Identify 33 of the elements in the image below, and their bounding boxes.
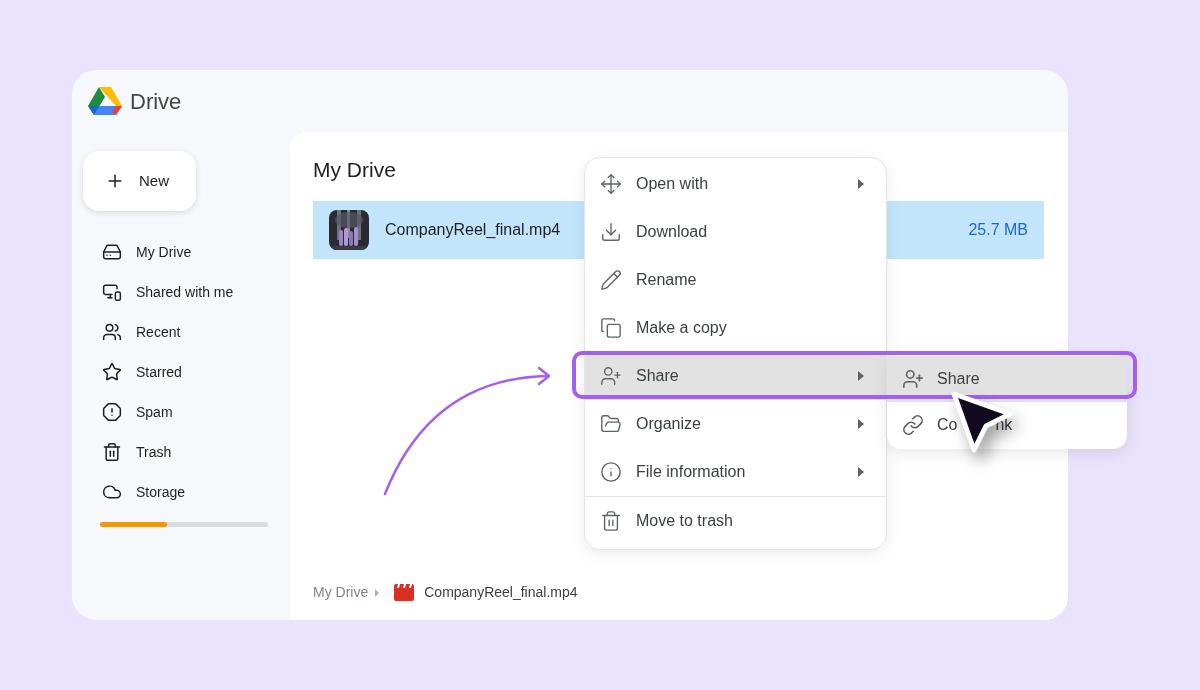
menu-item[interactable]: File information [585, 448, 886, 496]
menu-label: Co [937, 415, 958, 435]
sidebar-item[interactable]: Recent [83, 312, 290, 352]
menu-label: Move to trash [636, 510, 733, 531]
menu-item[interactable]: Co nk [887, 402, 1127, 448]
sidebar-item[interactable]: Trash [83, 432, 290, 472]
menu-item[interactable]: Share [887, 356, 1127, 402]
sidebar-item[interactable]: Storage [83, 472, 290, 512]
breadcrumb-item[interactable]: CompanyReel_final.mp4 [424, 582, 578, 603]
menu-label: Rename [636, 270, 697, 290]
page-title: My Drive [313, 157, 396, 183]
menu-label: Download [636, 222, 708, 242]
menu-label: File information [636, 462, 746, 482]
sidebar-item[interactable]: My Drive [83, 232, 290, 272]
menu-label: Share [636, 366, 679, 386]
sidebar-item[interactable]: Shared with me [83, 272, 290, 312]
menu-item[interactable]: Move to trash [585, 496, 886, 544]
sidebar-item[interactable]: Spam [83, 392, 290, 432]
menu-label: Organize [636, 414, 701, 434]
file-name: CompanyReel_final.mp4 [385, 219, 561, 240]
menu-label: Make a copy [636, 318, 727, 338]
menu-item[interactable]: Organize [585, 400, 886, 448]
menu-item[interactable]: Download [585, 208, 886, 256]
menu-label: Share [937, 369, 980, 389]
menu-item[interactable]: Rename [585, 256, 886, 304]
breadcrumb-item[interactable]: My Drive [313, 582, 369, 603]
menu-item[interactable]: Make a copy [585, 304, 886, 352]
menu-label: Open with [636, 174, 709, 194]
file-size: 25.7 MB [968, 219, 1028, 240]
new-button[interactable]: New [83, 151, 196, 211]
sidebar-item[interactable]: Starred [83, 352, 290, 392]
menu-label: nk [995, 415, 1013, 435]
app-name: Drive [130, 87, 182, 116]
